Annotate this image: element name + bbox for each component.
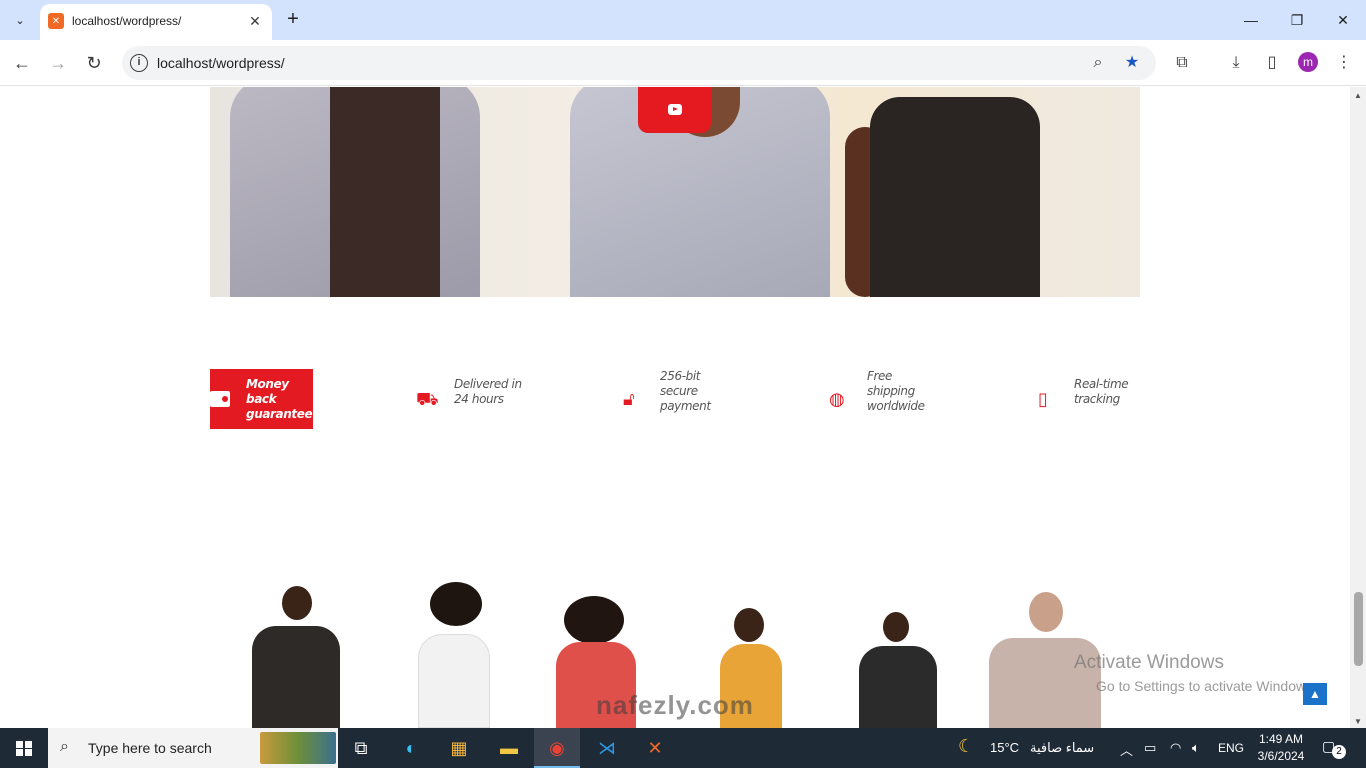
browser-tab[interactable]: ✕ localhost/wordpress/ ✕ xyxy=(40,4,272,40)
page-viewport: Money back guarantee ⛟ Delivered in 24 h… xyxy=(0,87,1350,728)
notification-center-button[interactable]: ▢ 2 xyxy=(1322,738,1346,759)
moon-weather-icon[interactable]: ☾ xyxy=(958,736,974,757)
model-lace-top xyxy=(330,87,440,297)
xampp-icon[interactable]: ✕ xyxy=(632,728,678,768)
notification-badge: 2 xyxy=(1332,745,1346,759)
activate-title: Activate Windows xyxy=(1074,652,1224,673)
feature-text: Real-time tracking xyxy=(1074,377,1129,406)
chrome-icon[interactable]: ◉ xyxy=(534,728,580,768)
search-placeholder[interactable]: Type here to search xyxy=(88,740,212,756)
clock-time: 1:49 AM xyxy=(1258,732,1304,746)
file-explorer-icon[interactable]: ▬ xyxy=(486,728,532,768)
vscode-icon[interactable]: ⋊ xyxy=(584,728,630,768)
model-man-leather-jacket[interactable] xyxy=(250,582,340,728)
truck-icon: ⛟ xyxy=(416,389,439,409)
windows-taskbar: ⌕ Type here to search ⧉ ◐ ▦ ▬ ◉ ⋊ ✕ ☾ 15… xyxy=(0,728,1366,768)
side-panel-icon[interactable]: ▯ xyxy=(1260,51,1284,75)
model-black-dress xyxy=(870,97,1040,297)
volume-icon[interactable]: 🔈︎ xyxy=(1192,740,1200,756)
weather-description[interactable]: سماء صافية xyxy=(1030,740,1094,756)
search-icon: ⌕ xyxy=(60,738,69,755)
back-arrow-icon[interactable]: ← xyxy=(10,51,34,75)
feature-secure-payment[interactable]: 🔓︎ 256-bit secure payment xyxy=(623,369,733,429)
chevron-up-icon[interactable]: ︿ xyxy=(1120,740,1133,759)
language-indicator[interactable]: ENG xyxy=(1218,741,1244,755)
xampp-favicon-icon: ✕ xyxy=(48,13,64,29)
feature-text: 256-bit secure payment xyxy=(660,369,711,413)
watermark-text: nafezly.com xyxy=(596,690,754,720)
battery-icon[interactable]: ▭ xyxy=(1144,740,1156,756)
taskbar-search-box[interactable]: ⌕ Type here to search xyxy=(48,728,338,768)
site-info-icon[interactable]: i xyxy=(130,54,148,72)
scroll-up-arrow-icon[interactable]: ▲ xyxy=(1354,91,1362,100)
model-man-black-tee[interactable] xyxy=(855,612,940,728)
youtube-play-button[interactable] xyxy=(638,87,711,133)
tab-title: localhost/wordpress/ xyxy=(72,14,182,28)
profile-avatar[interactable]: m xyxy=(1298,52,1318,72)
task-view-icon[interactable]: ⧉ xyxy=(338,728,384,768)
extensions-puzzle-icon[interactable]: ⧉ xyxy=(1170,51,1194,75)
scroll-to-top-button[interactable]: ▲ xyxy=(1303,683,1327,705)
new-tab-button[interactable]: + xyxy=(282,8,304,30)
feature-money-back[interactable]: Money back guarantee xyxy=(210,369,313,429)
download-icon[interactable]: ⤓ xyxy=(1224,51,1248,75)
taskbar-clock[interactable]: 1:49 AM 3/6/2024 xyxy=(1254,731,1308,765)
start-button[interactable] xyxy=(0,728,48,768)
edge-icon[interactable]: ◐ xyxy=(388,728,434,768)
page-scrollbar[interactable]: ▲ ▼ xyxy=(1350,87,1366,728)
restore-window-button[interactable]: ❐ xyxy=(1274,6,1320,34)
wifi-icon[interactable]: ◠ xyxy=(1170,740,1181,756)
activate-windows-notice: Activate Windows Go to Settings to activ… xyxy=(1074,652,1317,694)
feature-tracking[interactable]: ▯ Real-time tracking xyxy=(1038,369,1140,429)
globe-icon: ◍ xyxy=(829,389,845,409)
scroll-down-arrow-icon[interactable]: ▼ xyxy=(1354,717,1362,726)
weather-temperature[interactable]: 15°C xyxy=(990,740,1019,755)
address-bar[interactable]: i localhost/wordpress/ ⌕ ★ xyxy=(122,46,1156,80)
clock-date: 3/6/2024 xyxy=(1257,749,1305,763)
bookmark-star-icon[interactable]: ★ xyxy=(1122,53,1142,73)
browser-tabstrip: ⌄ ✕ localhost/wordpress/ ✕ + — ❐ ✕ xyxy=(0,0,1366,40)
activate-subtitle: Go to Settings to activate Windows. xyxy=(1096,678,1317,694)
features-bar: Money back guarantee ⛟ Delivered in 24 h… xyxy=(210,369,1140,429)
reload-icon[interactable]: ↻ xyxy=(82,51,106,75)
windows-logo-icon xyxy=(16,741,32,756)
browser-toolbar: ← → ↻ i localhost/wordpress/ ⌕ ★ ⧉ ⤓ ▯ m… xyxy=(0,40,1366,86)
feature-text: Money back guarantee xyxy=(246,377,313,421)
feature-delivery[interactable]: ⛟ Delivered in 24 hours xyxy=(416,369,526,429)
feature-text: Delivered in 24 hours xyxy=(454,377,522,406)
model-woman-white-tee[interactable] xyxy=(410,582,500,728)
store-icon[interactable]: ▦ xyxy=(436,728,482,768)
zoom-icon[interactable]: ⌕ xyxy=(1088,53,1108,73)
menu-kebab-icon[interactable]: ⋮ xyxy=(1332,51,1356,75)
scrollbar-thumb[interactable] xyxy=(1354,592,1363,666)
tab-close-icon[interactable]: ✕ xyxy=(246,12,264,30)
close-window-button[interactable]: ✕ xyxy=(1320,6,1366,34)
lock-icon: 🔓︎ xyxy=(623,389,635,409)
mobile-icon: ▯ xyxy=(1038,389,1048,409)
tab-search-chevron-icon[interactable]: ⌄ xyxy=(8,8,32,32)
forward-arrow-icon[interactable]: → xyxy=(46,51,70,75)
search-highlight-image[interactable] xyxy=(260,732,336,764)
minimize-window-button[interactable]: — xyxy=(1228,6,1274,34)
feature-free-shipping[interactable]: ◍ Free shipping worldwide xyxy=(829,369,939,429)
feature-text: Free shipping worldwide xyxy=(867,369,925,413)
wallet-icon xyxy=(210,391,230,407)
youtube-icon xyxy=(668,104,682,115)
address-url[interactable]: localhost/wordpress/ xyxy=(157,55,285,71)
